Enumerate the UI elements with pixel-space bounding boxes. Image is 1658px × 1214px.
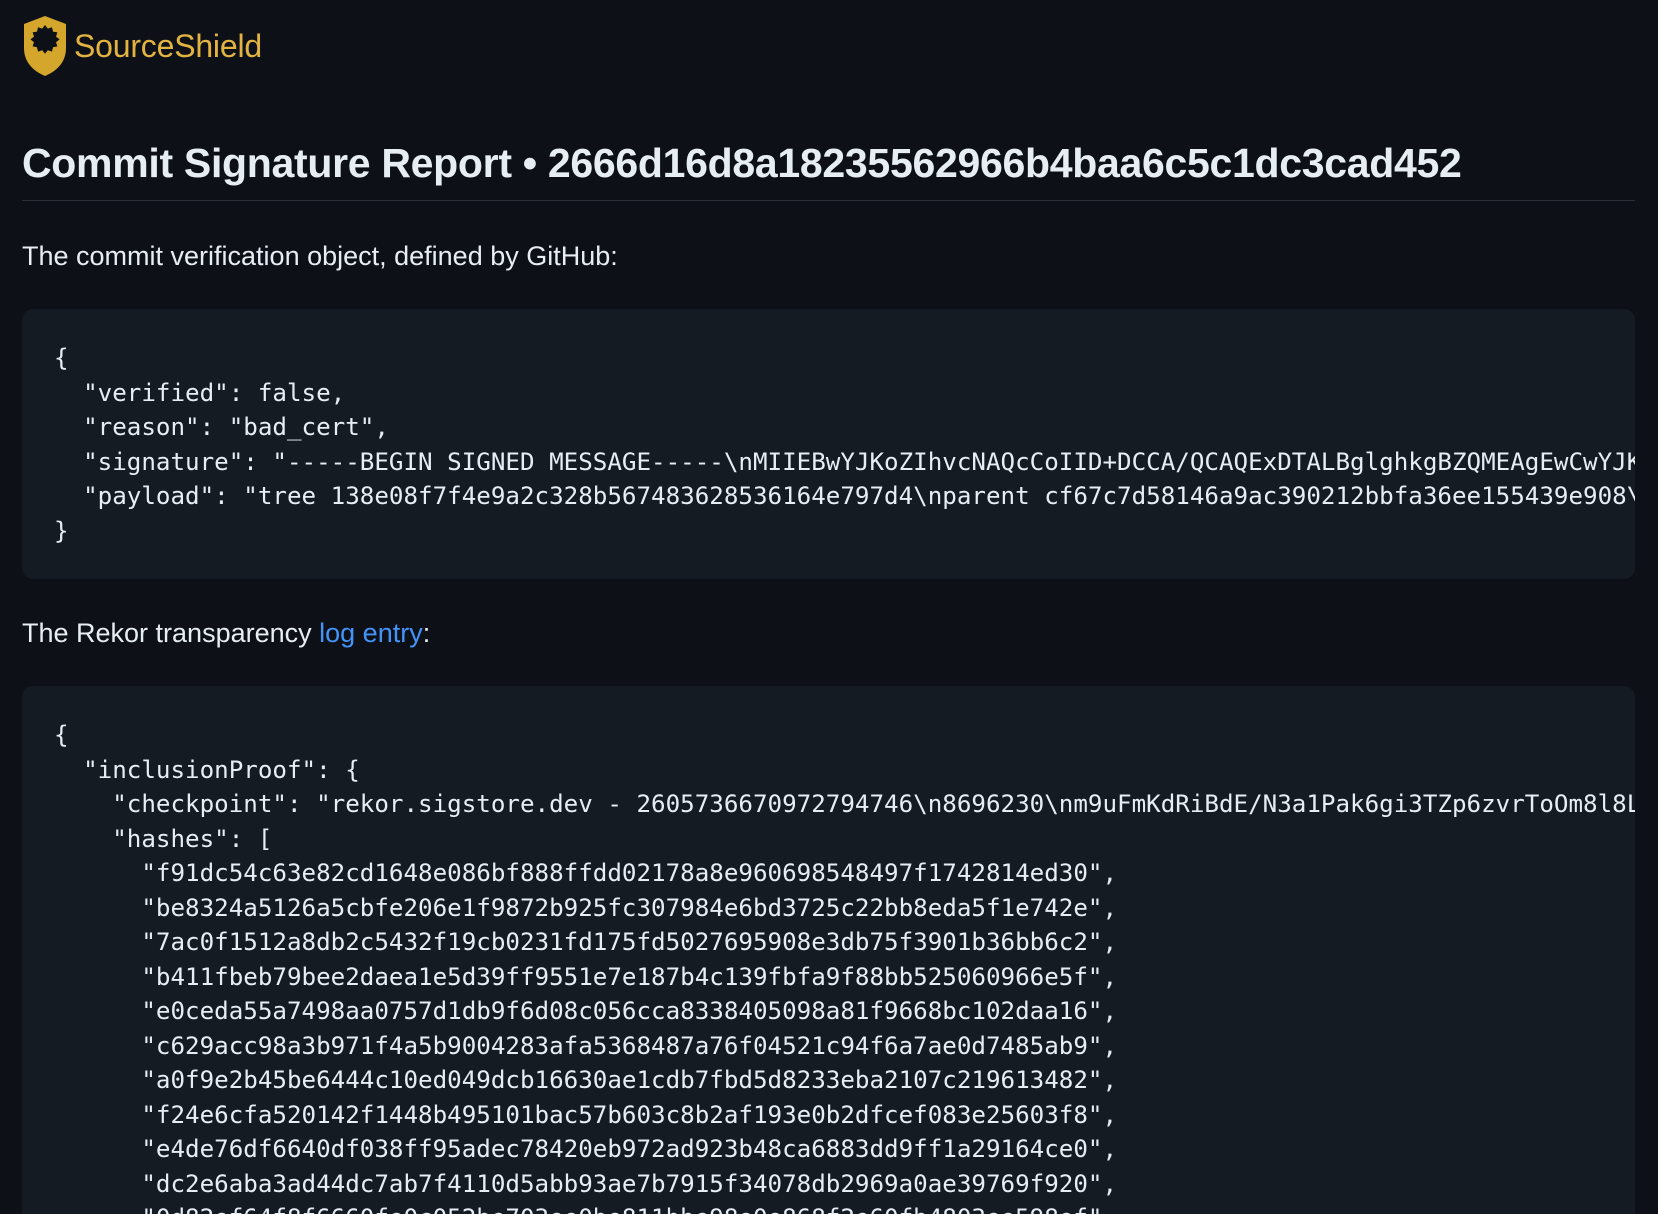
- code-line: "7ac0f1512a8db2c5432f19cb0231fd175fd5027…: [54, 928, 1118, 956]
- code-line: "a0f9e2b45be6444c10ed049dcb16630ae1cdb7f…: [54, 1066, 1118, 1094]
- verification-json: { "verified": false, "reason": "bad_cert…: [22, 309, 1635, 548]
- brand-logo-link[interactable]: SourceShield: [22, 15, 262, 77]
- code-line: "f91dc54c63e82cd1648e086bf888ffdd02178a8…: [54, 859, 1118, 887]
- code-line: "e4de76df6640df038ff95adec78420eb972ad92…: [54, 1135, 1118, 1163]
- code-line: }: [54, 516, 69, 545]
- code-line: "be8324a5126a5cbfe206e1f9872b925fc307984…: [54, 893, 1118, 922]
- github-intro-text: The commit verification object, defined …: [22, 241, 618, 271]
- verification-code-block[interactable]: { "verified": false, "reason": "bad_cert…: [22, 309, 1635, 579]
- brand-name: SourceShield: [74, 28, 262, 64]
- rekor-json: { "inclusionProof": { "checkpoint": "rek…: [22, 686, 1635, 1214]
- code-line: "b411fbeb79bee2daea1e5d39ff9551e7e187b4c…: [54, 962, 1118, 991]
- code-line: "f24e6cfa520142f1448b495101bac57b603c8b2…: [54, 1100, 1118, 1129]
- code-line: "inclusionProof": {: [54, 755, 360, 784]
- rekor-intro-text: The Rekor transparency log entry:: [22, 616, 430, 650]
- rekor-code-block[interactable]: { "inclusionProof": { "checkpoint": "rek…: [22, 686, 1635, 1214]
- code-line: "0d82ef64f8f6660fe0c052be703ee0be811bbe9…: [54, 1201, 1635, 1214]
- page-title: Commit Signature Report • 2666d16d8a1823…: [22, 140, 1462, 186]
- code-line: "e0ceda55a7498aa0757d1db9f6d08c056cca833…: [54, 997, 1118, 1025]
- code-line: "payload": "tree 138e08f7f4e9a2c328b5674…: [54, 482, 1635, 510]
- title-divider: [22, 200, 1635, 201]
- code-line: "dc2e6aba3ad44dc7ab7f4110d5abb93ae7b7915…: [54, 1169, 1118, 1198]
- code-line: "signature": "-----BEGIN SIGNED MESSAGE-…: [54, 447, 1635, 476]
- code-line: "c629acc98a3b971f4a5b9004283afa5368487a7…: [54, 1031, 1118, 1060]
- shield-icon: [24, 16, 66, 76]
- code-line: "checkpoint": "rekor.sigstore.dev - 2605…: [54, 790, 1635, 818]
- code-line: "hashes": [: [54, 824, 273, 853]
- code-line: {: [54, 344, 69, 372]
- report-page: SourceShield Commit Signature Report • 2…: [0, 0, 1658, 1214]
- log-entry-link[interactable]: log entry: [319, 618, 423, 648]
- rekor-intro-suffix: :: [422, 618, 431, 648]
- code-line: "verified": false,: [54, 378, 346, 407]
- code-line: "reason": "bad_cert",: [54, 413, 389, 441]
- code-line: {: [54, 721, 69, 749]
- rekor-intro-prefix: The Rekor transparency: [22, 618, 320, 648]
